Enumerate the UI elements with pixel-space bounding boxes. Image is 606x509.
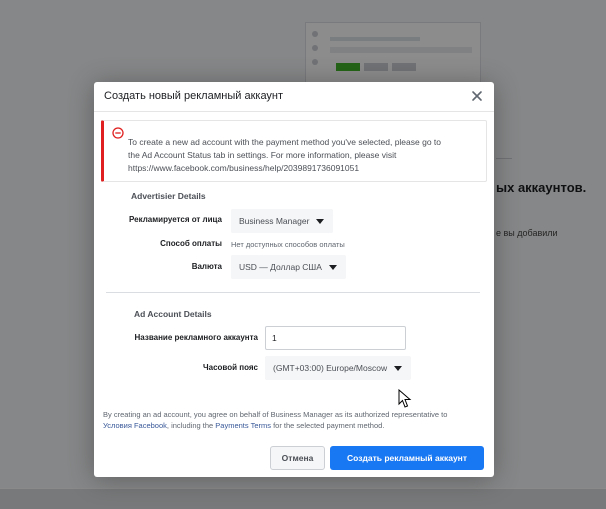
account-name-label: Название рекламного аккаунта bbox=[134, 333, 258, 342]
advertised-as-select[interactable]: Business Manager bbox=[231, 209, 334, 233]
background-footer bbox=[0, 488, 606, 509]
error-alert: To create a new ad account with the paym… bbox=[101, 120, 487, 182]
advertiser-section-title: Advertisier Details bbox=[131, 191, 206, 201]
caret-down-icon bbox=[328, 265, 337, 270]
caret-down-icon bbox=[394, 366, 403, 371]
account-section-title: Ad Account Details bbox=[134, 309, 212, 319]
advertised-as-label: Рекламируется от лица bbox=[129, 215, 222, 224]
account-name-input[interactable] bbox=[265, 326, 406, 350]
alert-line: https://www.facebook.com/business/help/2… bbox=[128, 163, 360, 173]
alert-line: the Ad Account Status tab in settings. F… bbox=[128, 150, 397, 160]
currency-value: USD — Доллар США bbox=[239, 262, 322, 272]
cancel-button[interactable]: Отмена bbox=[270, 446, 325, 470]
payment-method-label: Способ оплаты bbox=[160, 239, 222, 248]
payment-method-value: Нет доступных способов оплаты bbox=[231, 240, 345, 249]
advertised-as-value: Business Manager bbox=[239, 216, 310, 226]
disclaimer-text: , including the bbox=[166, 421, 216, 430]
section-divider bbox=[106, 292, 480, 293]
alert-message: To create a new ad account with the paym… bbox=[128, 136, 482, 175]
currency-select[interactable]: USD — Доллар США bbox=[231, 255, 346, 279]
dialog-title: Создать новый рекламный аккаунт bbox=[104, 90, 284, 102]
create-ad-account-dialog: Создать новый рекламный аккаунт To creat… bbox=[94, 82, 494, 477]
close-button[interactable] bbox=[470, 89, 484, 103]
disclaimer-text: for the selected payment method. bbox=[271, 421, 385, 430]
timezone-select[interactable]: (GMT+03:00) Europe/Moscow bbox=[265, 356, 412, 380]
caret-down-icon bbox=[316, 219, 325, 224]
close-icon bbox=[472, 91, 482, 101]
error-icon bbox=[112, 127, 124, 139]
currency-label: Валюта bbox=[191, 262, 222, 271]
facebook-terms-link[interactable]: Условия Facebook bbox=[103, 421, 167, 430]
timezone-value: (GMT+03:00) Europe/Moscow bbox=[273, 363, 388, 373]
alert-line: To create a new ad account with the paym… bbox=[128, 137, 442, 147]
disclaimer-text: By creating an ad account, you agree on … bbox=[103, 410, 448, 419]
mouse-cursor-icon bbox=[398, 389, 412, 408]
timezone-label: Часовой пояс bbox=[203, 363, 258, 372]
payment-terms-link[interactable]: Payments Terms bbox=[215, 421, 271, 430]
terms-disclaimer: By creating an ad account, you agree on … bbox=[103, 409, 485, 431]
dialog-header: Создать новый рекламный аккаунт bbox=[94, 82, 494, 112]
create-ad-account-button[interactable]: Создать рекламный аккаунт bbox=[330, 446, 484, 470]
